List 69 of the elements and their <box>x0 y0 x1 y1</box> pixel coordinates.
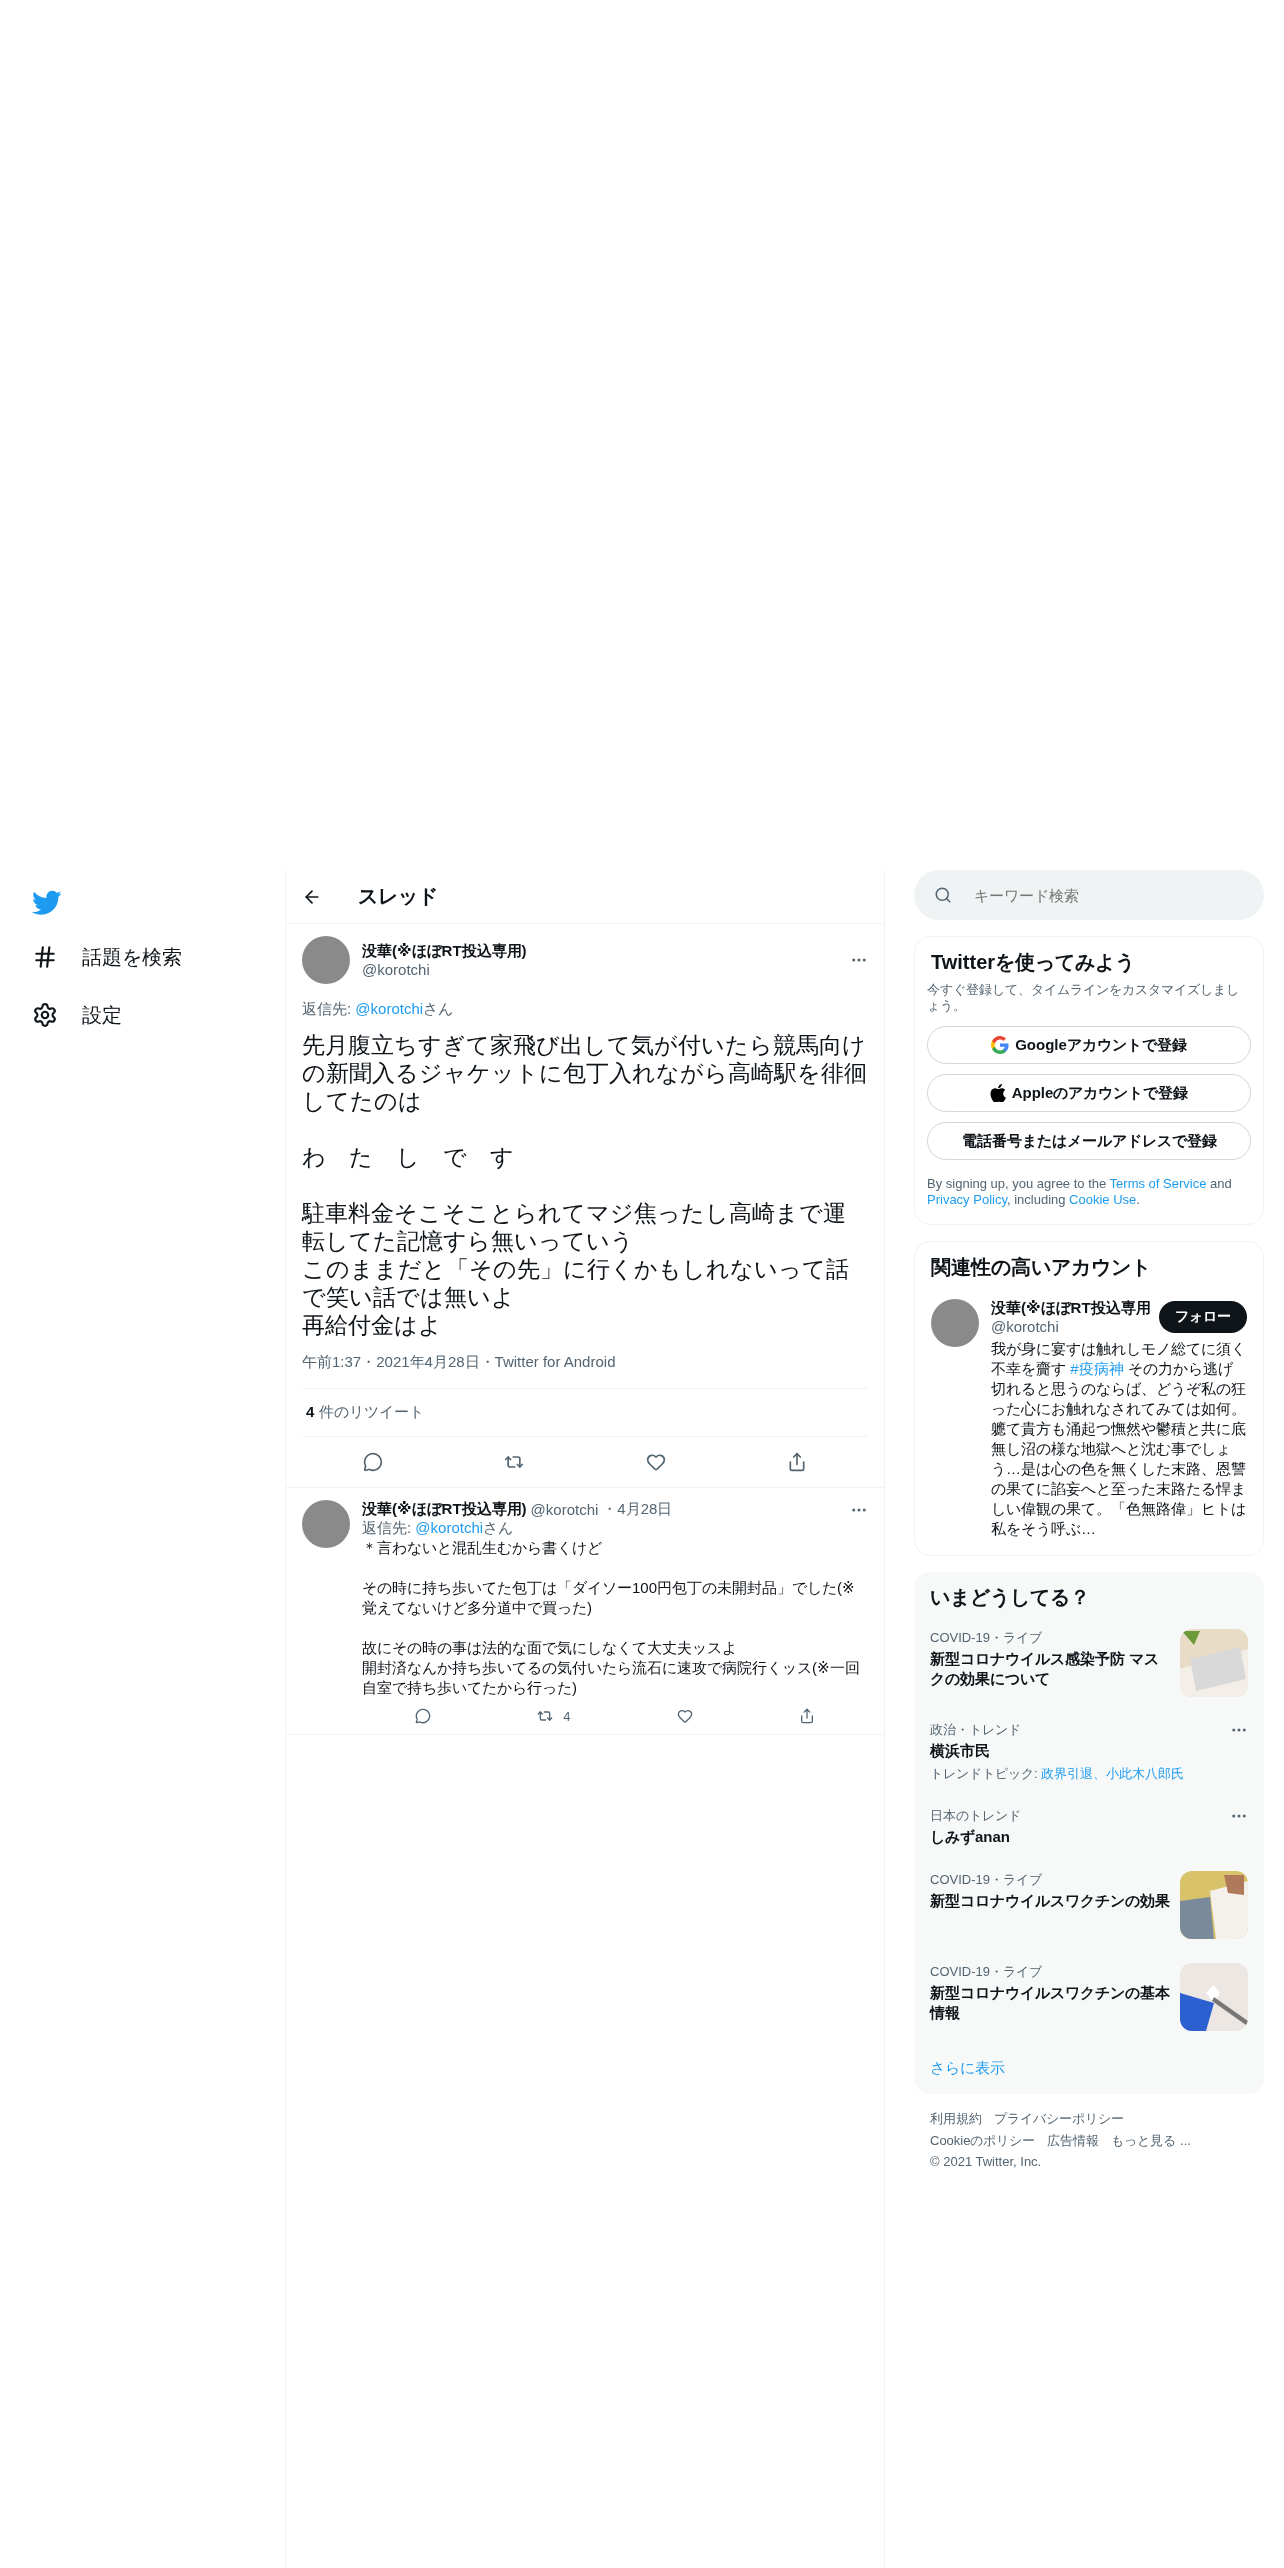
tweet-text-line: ＊言わないと混乱生むから書くけど <box>362 1538 603 1558</box>
reply-to-text: 返信先: @korotchiさん <box>362 1519 515 1538</box>
trend-context: 政治・トレンド <box>930 1721 1022 1739</box>
footer-link[interactable]: もっと見る ... <box>1111 2132 1191 2150</box>
signup-button[interactable]: 電話番号またはメールアドレスで登録 <box>927 1122 1251 1160</box>
footer-link[interactable]: 広告情報 <box>1047 2132 1100 2150</box>
trend-context: COVID-19・ライブ <box>930 1871 1043 1889</box>
google-g-icon <box>991 1036 1010 1054</box>
reply-button[interactable] <box>362 1452 383 1472</box>
trend-title[interactable]: しみずanan <box>930 1827 1220 1847</box>
share-button[interactable] <box>798 1708 815 1724</box>
reply-to-text: 返信先: @korotchiさん <box>302 1000 455 1019</box>
tweet-text-line: このままだと「その先」に行くかもしれないって話で笑い話では無いよ <box>302 1255 850 1311</box>
search-icon <box>934 886 952 904</box>
trend-topics: トレンドトピック: 政界引退、小此木八郎氏 <box>930 1765 1186 1783</box>
tweet-text-line: 先月腹立ちすぎて家飛び出して気が付いたら競馬向けの新聞入るジャケットに包丁入れながら高崎駅を徘徊してたのは <box>302 1031 868 1115</box>
avatar[interactable] <box>302 1500 350 1548</box>
footer-link[interactable]: 利用規約 <box>930 2110 982 2128</box>
terms-text: By signing up, you agree to the Terms of Service and Privacy Policy, including Cookie Use. <box>927 1176 1233 1208</box>
retweet-button[interactable]: 4 <box>537 1708 571 1724</box>
like-button[interactable] <box>676 1708 693 1724</box>
nav-item[interactable]: 話題を検索 <box>32 930 182 984</box>
avatar[interactable] <box>302 936 350 984</box>
retweet-count[interactable]: 4 件のリツイート <box>302 1388 868 1437</box>
tweet-text-line: 故にその時の事は法的な面で気にしなくて大丈夫ッスよ <box>362 1638 738 1658</box>
card-title: いまどうしてる？ <box>929 1585 1091 1610</box>
like-button[interactable] <box>645 1452 666 1472</box>
hashtag-icon <box>32 944 58 970</box>
user-handle[interactable]: @korotchi <box>991 1318 1147 1335</box>
retweet-count: 4 <box>563 1708 571 1724</box>
retweet-icon <box>537 1708 554 1724</box>
tweet-text-line: わ た し で す <box>302 1143 515 1171</box>
apple-logo-icon <box>989 1084 1006 1102</box>
nav-item[interactable]: 設定 <box>32 988 122 1042</box>
card-title: 関連性の高いアカウント <box>930 1255 1152 1280</box>
signup-subtitle: 今すぐ登録して、タイムラインをカスタマイズしましょう。 <box>927 982 1240 1014</box>
trend-context: COVID-19・ライブ <box>930 1629 1043 1647</box>
card-title: Twitterを使ってみよう <box>930 950 1137 975</box>
reply-button[interactable] <box>415 1708 432 1724</box>
search-input[interactable]: キーワード検索 <box>972 885 1244 905</box>
avatar[interactable] <box>931 1299 979 1347</box>
copyright-text: © 2021 Twitter, Inc. <box>930 2154 1043 2169</box>
tweet-text-line: その時に持ち歩いてた包丁は「ダイソー100円包丁の未開封品」でした(※覚えてないけど多分道中で買った) <box>362 1578 856 1618</box>
user-handle[interactable]: @korotchi <box>362 961 838 978</box>
signup-button[interactable]: Googleアカウントで登録 <box>927 1026 1251 1064</box>
footer-link[interactable]: プライバシーポリシー <box>994 2110 1124 2128</box>
trend-context: 日本のトレンド <box>930 1807 1022 1825</box>
tweet-date[interactable]: ・4月28日 <box>602 1500 673 1519</box>
follow-button[interactable]: フォロー <box>1159 1301 1247 1333</box>
footer-link[interactable]: Cookieのポリシー <box>930 2132 1036 2150</box>
settings-icon <box>32 1002 58 1028</box>
trend-title[interactable]: 横浜市民 <box>930 1741 1220 1761</box>
trend-title[interactable]: 新型コロナウイルスワクチンの基本情報 <box>930 1983 1170 2023</box>
tweet-text-line: 再給付金はよ <box>302 1311 443 1339</box>
tweet-text-line: 駐車料金そこそことられてマジ焦ったし高崎まで運転してた記憶すら無いっていう <box>302 1199 847 1255</box>
tweet-timestamp[interactable]: 午前1:37・2021年4月28日・Twitter for Android <box>302 1353 868 1372</box>
user-bio: 我が身に宴すは触れしモノ総てに須く不幸を齎す #疫病神 その力から逃げ切れると思うのならば、どうぞ私の狂った心にお触れなされてみては如何。軈て貴方も涌起つ憮然や鬱積と共に底無し沼の様な地獄へと沈む事でしょう…是は心の色を無くした末路、恩讐の果てに諂妄へと至った末路たる悍ましい偉観の果て。「色無路偉」ヒトは私をそう呼ぶ… <box>991 1339 1247 1539</box>
user-name[interactable]: 没華(※ほぼRT投込専用) <box>362 942 838 961</box>
user-handle[interactable]: @korotchi <box>530 1501 599 1518</box>
bird-logo-icon[interactable] <box>32 890 62 916</box>
tweet-text-line: 開封済なんか持ち歩いてるの気付いたら流石に速攻で病院行くッス(※一回自室で持ち歩いてたから行った) <box>362 1658 861 1698</box>
trend-context: COVID-19・ライブ <box>930 1963 1043 1981</box>
trend-title[interactable]: 新型コロナウイルス感染予防 マスクの効果について <box>930 1649 1170 1689</box>
signup-button[interactable]: Appleのアカウントで登録 <box>927 1074 1251 1112</box>
share-button[interactable] <box>787 1452 808 1472</box>
user-name[interactable]: 没華(※ほぼRT投込専用) <box>362 1500 527 1519</box>
trend-title[interactable]: 新型コロナウイルスワクチンの効果 <box>930 1891 1170 1911</box>
page-title: スレッド <box>358 884 438 909</box>
search-bar[interactable]: キーワード検索 <box>914 870 1264 920</box>
